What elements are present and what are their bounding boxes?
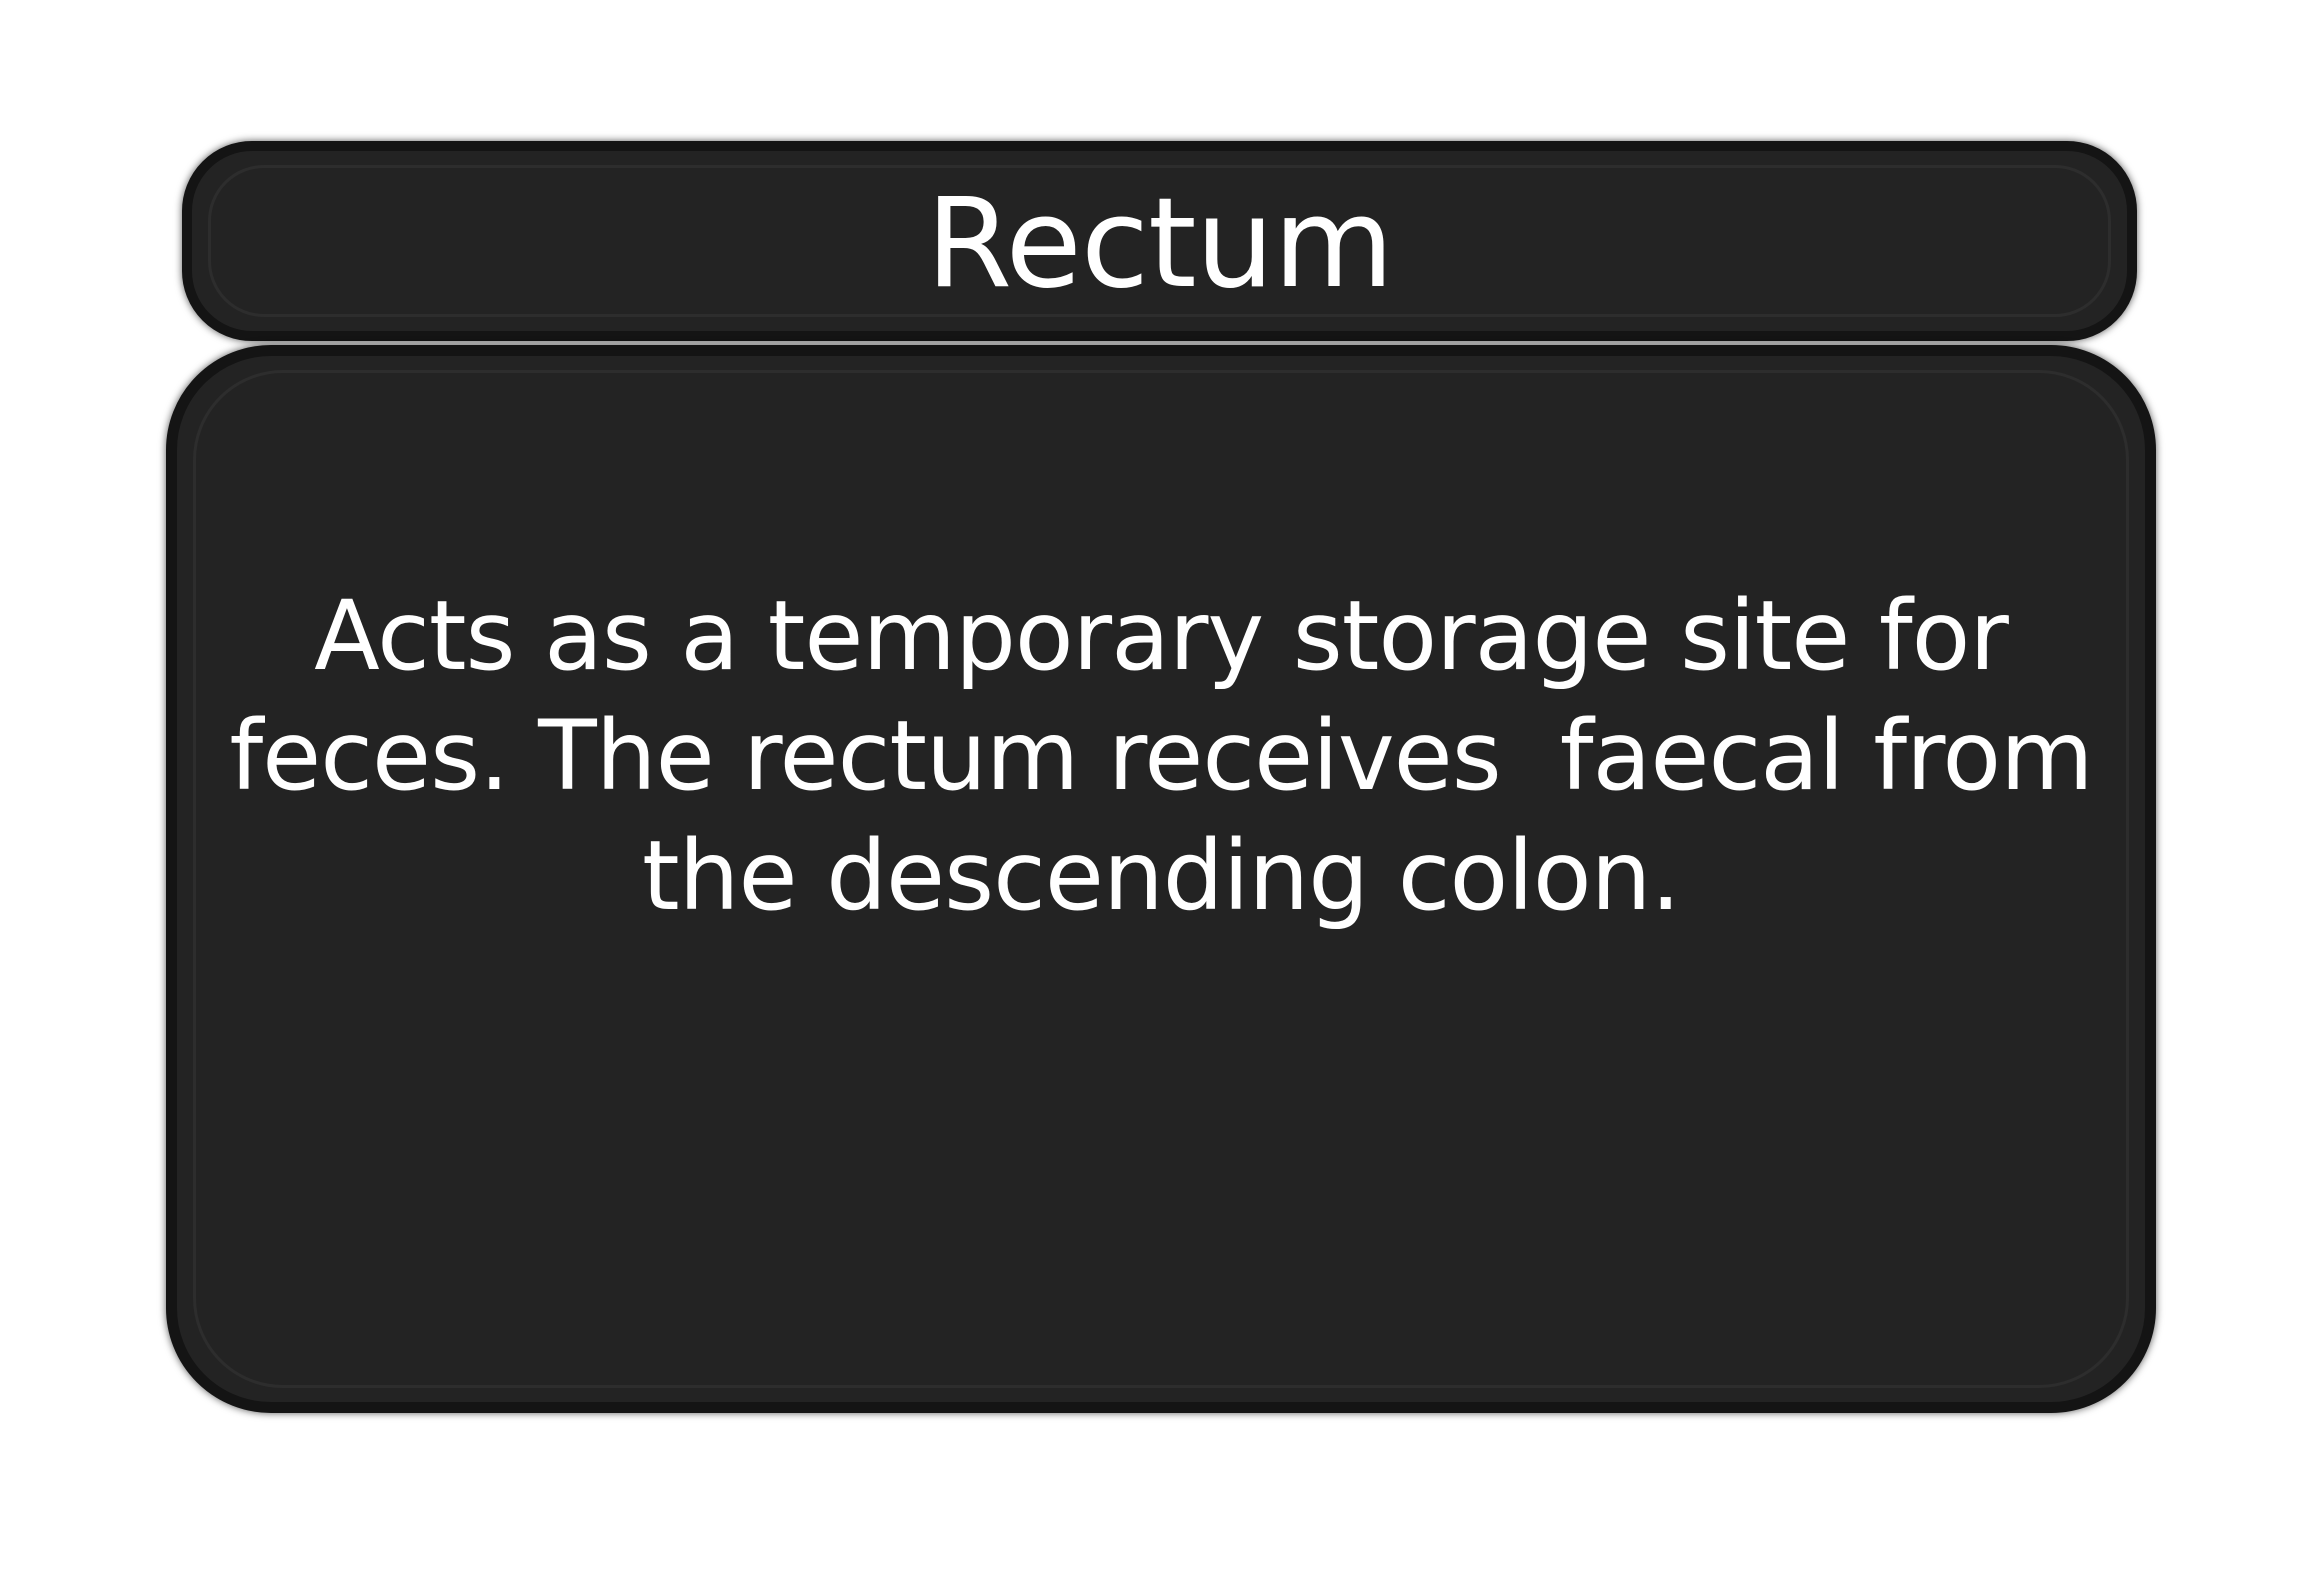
description-card: Acts as a temporary storage site for fec… — [166, 345, 2156, 1413]
slide-canvas: Rectum Acts as a temporary storage site … — [0, 0, 2320, 1575]
title-card: Rectum — [182, 141, 2137, 341]
card-title: Rectum — [925, 172, 1394, 316]
card-description: Acts as a temporary storage site for fec… — [229, 580, 2093, 932]
